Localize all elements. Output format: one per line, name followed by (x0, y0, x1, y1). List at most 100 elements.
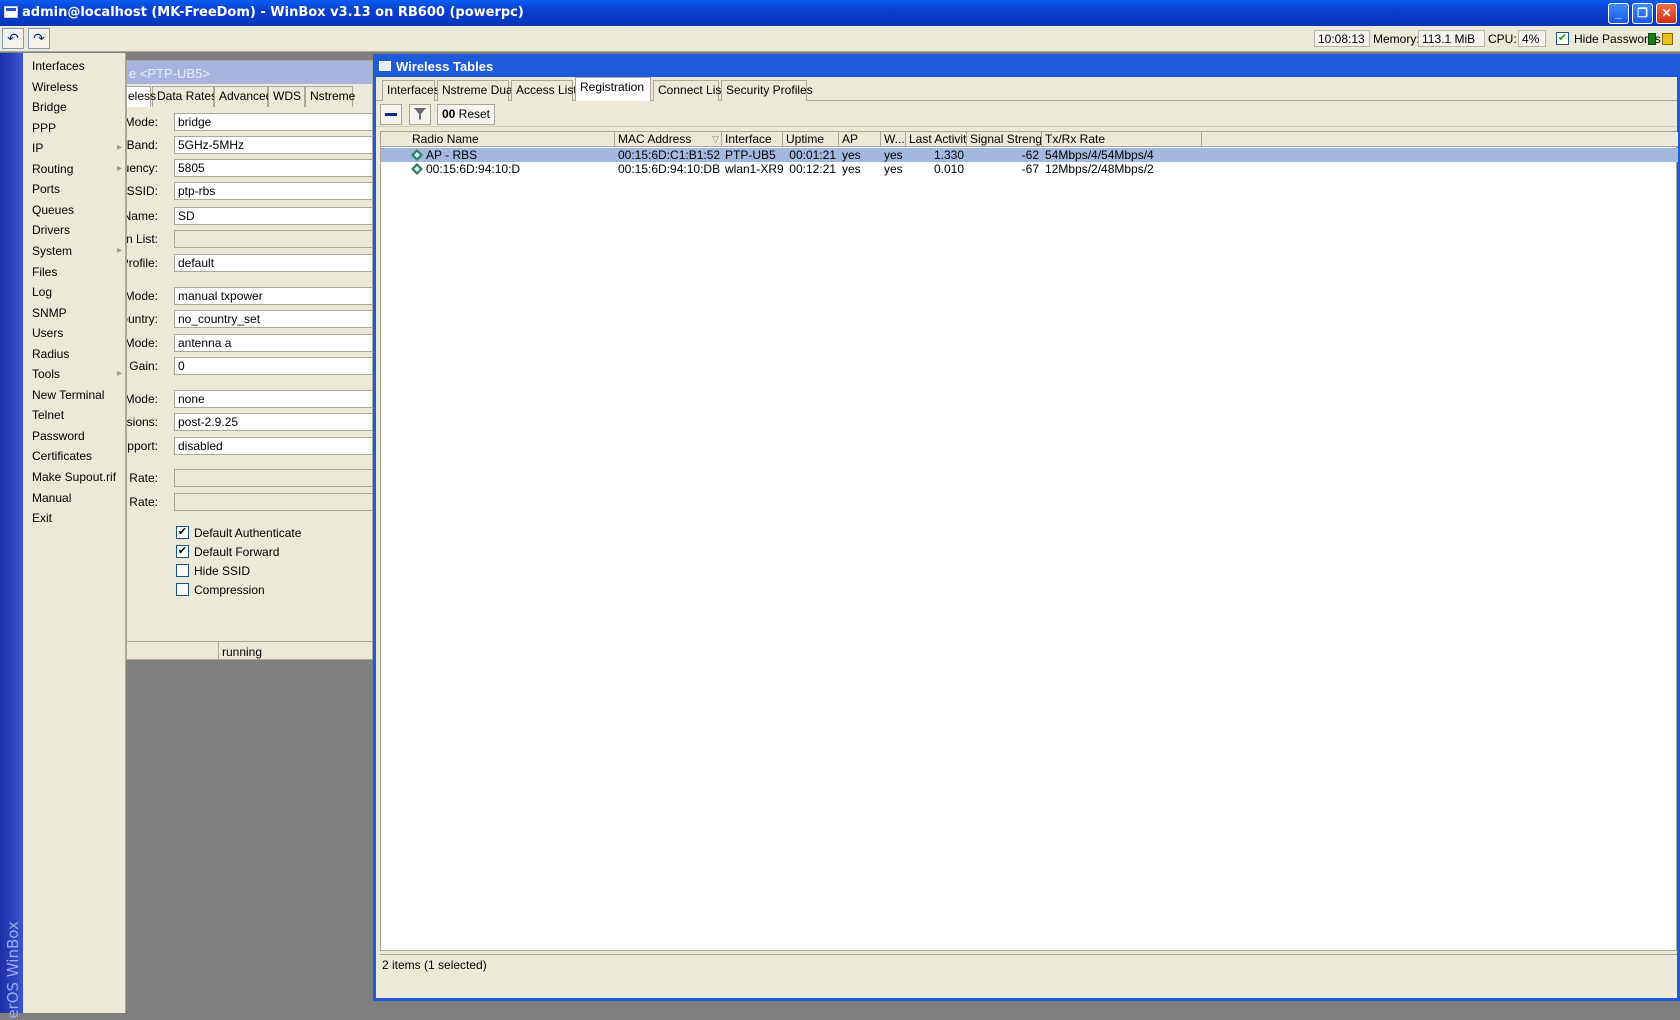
tab-connect-list[interactable]: Connect List (653, 80, 725, 101)
brand-label: RouterOS WinBox (4, 921, 22, 1020)
cell-rate: 12Mbps/2/48Mbps/2 (1045, 162, 1154, 176)
cell-signal: -62 (1021, 148, 1039, 162)
field-input[interactable]: 5805 (174, 159, 372, 177)
column-header[interactable]: AP (839, 132, 881, 147)
menu-item-label: Password (32, 428, 85, 443)
checkbox-compression[interactable] (176, 583, 189, 596)
field-input[interactable]: post-2.9.25 (174, 413, 372, 431)
tab-registration[interactable]: Registration (575, 77, 651, 101)
field-input[interactable]: SD (174, 207, 372, 225)
column-header[interactable]: Radio Name (409, 132, 615, 147)
hide-passwords-checkbox[interactable] (1556, 32, 1569, 45)
checkbox-hide-ssid[interactable] (176, 564, 189, 577)
field-input[interactable]: bridge (174, 113, 372, 131)
menu-item-ports[interactable]: Ports (32, 179, 122, 199)
menu-item-exit[interactable]: Exit (32, 508, 122, 528)
menu-item-system[interactable]: System ▸ (32, 241, 122, 261)
column-header[interactable]: Tx/Rx Rate (1042, 132, 1202, 147)
menu-item-ip[interactable]: IP ▸ (32, 138, 122, 158)
checkbox-default-authenticate[interactable] (176, 526, 189, 539)
maximize-button[interactable]: ❐ (1632, 3, 1653, 24)
menu-item-new-terminal[interactable]: New Terminal (32, 385, 122, 405)
interface-tab[interactable]: Nstreme (305, 86, 355, 107)
field-input[interactable]: 0 (174, 357, 372, 375)
field-input[interactable]: disabled (174, 437, 372, 455)
remove-button[interactable] (380, 104, 402, 125)
cell-ap: yes (842, 162, 861, 176)
interface-status: running (222, 645, 263, 659)
menu-item-make-supout-rif[interactable]: Make Supout.rif (32, 467, 122, 487)
redo-button[interactable]: ↷ (28, 28, 50, 49)
column-header[interactable]: Interface (722, 132, 783, 147)
column-header-label: W... (884, 132, 905, 146)
menu-item-password[interactable]: Password (32, 426, 122, 446)
column-header[interactable]: Uptime (783, 132, 839, 147)
menu-item-interfaces[interactable]: Interfaces (32, 56, 122, 76)
field-input[interactable]: 5GHz-5MHz (174, 136, 372, 154)
column-header[interactable]: MAC Address ▽ (615, 132, 722, 147)
tab-security-profiles[interactable]: Security Profiles (721, 80, 813, 101)
field-input[interactable]: default (174, 254, 372, 272)
menu-item-routing[interactable]: Routing ▸ (32, 159, 122, 179)
menu-item-manual[interactable]: Manual (32, 488, 122, 508)
field-label: Tx Rate: (127, 471, 158, 485)
table-row[interactable]: 00:15:6D:94:10:D 00:15:6D:94:10:DB wlan1-X… (381, 162, 1678, 176)
cpu-label: CPU: (1488, 32, 1517, 46)
menu-item-label: Radius (32, 346, 70, 361)
interface-tab[interactable]: WDS (268, 86, 305, 107)
menu-item-label: Interfaces (32, 59, 85, 73)
field-input[interactable]: antenna a (174, 334, 372, 352)
menu-item-radius[interactable]: Radius (32, 344, 122, 364)
reset-button[interactable]: 00 Reset (437, 104, 495, 125)
interface-tab[interactable]: Advanced (214, 86, 272, 107)
field-input[interactable] (174, 230, 372, 248)
main-toolbar: ↶ ↷ 10:08:13 Memory: 113.1 MiB CPU: 4% H… (0, 26, 1680, 52)
table-row[interactable]: AP - RBS 00:15:6D:C1:B1:52 PTP-UB5 00:01:21… (381, 148, 1678, 162)
field-input[interactable]: ptp-rbs (174, 182, 372, 200)
undo-button[interactable]: ↶ (2, 28, 24, 49)
menu-item-certificates[interactable]: Certificates (32, 446, 122, 466)
tab-interfaces[interactable]: Interfaces (382, 80, 440, 101)
interface-tab[interactable]: Data Rates (152, 86, 217, 107)
menu-item-files[interactable]: Files (32, 262, 122, 282)
cell-rate: 54Mbps/4/54Mbps/4 (1045, 148, 1154, 162)
menu-item-ppp[interactable]: PPP (32, 118, 122, 138)
field-input[interactable]: none (174, 390, 372, 408)
menu-item-label: Tools (32, 367, 61, 382)
field-input[interactable] (174, 493, 372, 511)
wireless-tables-titlebar: Wireless Tables (376, 57, 1677, 77)
menu-item-queues[interactable]: Queues (32, 200, 122, 220)
menu-item-log[interactable]: Log (32, 282, 122, 302)
menu-item-tools[interactable]: Tools ▸ (32, 364, 122, 384)
minus-icon (385, 113, 397, 117)
menu-item-wireless[interactable]: Wireless (32, 77, 122, 97)
menu-item-drivers[interactable]: Drivers (32, 220, 122, 240)
app-icon[interactable] (4, 6, 18, 18)
menu-item-telnet[interactable]: Telnet (32, 405, 122, 425)
wireless-tables-title: Wireless Tables (396, 59, 494, 74)
field-input[interactable]: manual txpower (174, 287, 372, 305)
checkbox-default-forward[interactable] (176, 545, 189, 558)
menu-item-bridge[interactable]: Bridge (32, 97, 122, 117)
field-label: Support: (127, 439, 158, 453)
close-button[interactable]: ✕ (1656, 3, 1677, 24)
field-input[interactable] (174, 469, 372, 487)
tab-nstreme-dual[interactable]: Nstreme Dual (437, 80, 515, 101)
menu-item-label: Telnet (32, 408, 65, 423)
interface-tab[interactable]: eless (127, 86, 156, 107)
filter-button[interactable] (409, 104, 431, 125)
menu-item-users[interactable]: Users (32, 323, 122, 343)
field-input[interactable]: no_country_set (174, 310, 372, 328)
column-header[interactable]: W... (881, 132, 906, 147)
field-label: SSID: (126, 184, 158, 198)
window-icon (379, 61, 391, 71)
minimize-button[interactable]: _ (1608, 3, 1629, 24)
cell-w: yes (884, 162, 903, 176)
tab-access-list[interactable]: Access List (511, 80, 577, 101)
column-header[interactable]: Last Activit... (906, 132, 967, 147)
column-header[interactable]: Signal Strengt... (967, 132, 1042, 147)
column-header-label: Tx/Rx Rate (1045, 132, 1106, 146)
menu-item-snmp[interactable]: SNMP (32, 303, 122, 323)
submenu-arrow-icon: ▸ (116, 162, 122, 174)
window-titlebar: admin@localhost (MK-FreeDom) - WinBox v3… (0, 0, 1680, 26)
